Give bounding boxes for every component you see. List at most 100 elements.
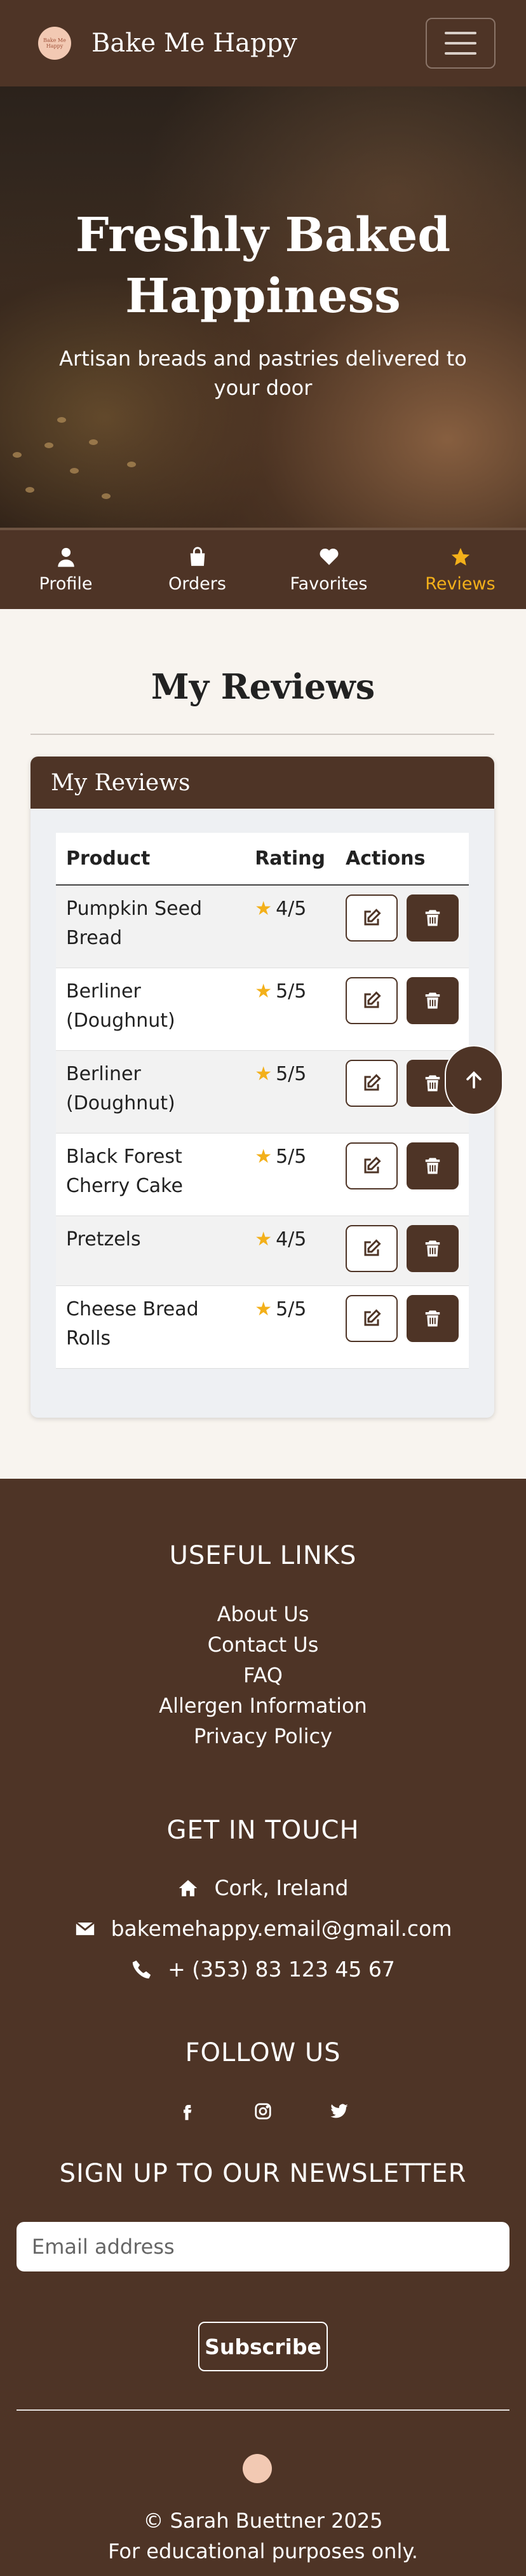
- delete-review-button[interactable]: [407, 1224, 459, 1272]
- tab-label: Profile: [39, 573, 93, 594]
- rating: ★ 5/5: [245, 1050, 335, 1134]
- product-name: Cheese Bread Rolls: [56, 1285, 245, 1369]
- edit-icon: [364, 990, 381, 1008]
- useful-links-heading: USEFUL LINKS: [169, 1541, 357, 1570]
- rating: ★ 4/5: [245, 1216, 335, 1286]
- edit-icon: [364, 1073, 381, 1090]
- tab-label: Orders: [168, 573, 226, 594]
- card-header: My Reviews: [30, 757, 494, 809]
- link-about-us[interactable]: About Us: [0, 1602, 526, 1626]
- account-tabs: Profile Orders Favorites Reviews: [0, 528, 526, 609]
- star-icon: ★: [255, 1145, 273, 1168]
- page-title: My Reviews: [151, 666, 375, 707]
- contact-location: Cork, Ireland: [0, 1875, 526, 1900]
- tab-orders[interactable]: Orders: [132, 530, 263, 609]
- divider: [30, 734, 494, 735]
- edit-icon: [364, 1238, 381, 1256]
- rating-value: 4/5: [276, 898, 307, 920]
- tab-label: Reviews: [425, 573, 496, 594]
- table-row: Berliner (Doughnut) ★ 5/5: [56, 1050, 469, 1134]
- edit-icon: [364, 1308, 381, 1326]
- star-icon: ★: [255, 1228, 273, 1250]
- table-row: Black Forest Cherry Cake ★ 5/5: [56, 1133, 469, 1216]
- email-text: bakemehappy.email@gmail.com: [111, 1916, 452, 1941]
- reviews-card: My Reviews Product Rating Actions Pumpki…: [30, 757, 494, 1418]
- hamburger-icon: [445, 32, 476, 34]
- disclaimer: For educational purposes only.: [108, 2539, 418, 2563]
- edit-review-button[interactable]: [346, 1294, 398, 1342]
- shopping-bag-icon: [190, 547, 205, 566]
- delete-review-button[interactable]: [407, 894, 459, 942]
- heart-icon: [320, 548, 338, 565]
- table-row: Pretzels ★ 4/5: [56, 1216, 469, 1286]
- product-name: Pretzels: [56, 1216, 245, 1286]
- footer-divider: [17, 2409, 509, 2411]
- star-icon: [451, 547, 469, 565]
- instagram-icon[interactable]: [253, 2102, 273, 2121]
- star-icon: ★: [255, 898, 273, 920]
- edit-review-button[interactable]: [346, 1142, 398, 1189]
- reviews-table: Product Rating Actions Pumpkin Seed Brea…: [56, 833, 469, 1369]
- arrow-up-icon: [466, 1071, 482, 1089]
- copyright: © Sarah Buettner 2025: [143, 2509, 383, 2533]
- column-header-actions: Actions: [335, 833, 469, 886]
- tab-reviews[interactable]: Reviews: [394, 530, 526, 609]
- product-name: Berliner (Doughnut): [56, 1050, 245, 1134]
- twitter-icon[interactable]: [330, 2102, 349, 2121]
- edit-review-button[interactable]: [346, 1224, 398, 1272]
- tab-label: Favorites: [290, 573, 368, 594]
- brand-logo[interactable]: Bake Me Happy: [38, 27, 71, 60]
- phone-text: + (353) 83 123 45 67: [168, 1957, 395, 1982]
- rating-value: 5/5: [276, 1145, 307, 1168]
- hero-banner: Freshly Baked Happiness Artisan breads a…: [0, 86, 526, 528]
- rating: ★ 5/5: [245, 1133, 335, 1216]
- edit-review-button[interactable]: [346, 894, 398, 942]
- rating: ★ 4/5: [245, 885, 335, 968]
- edit-review-button[interactable]: [346, 976, 398, 1024]
- user-icon: [57, 547, 74, 567]
- trash-icon: [425, 992, 440, 1008]
- trash-icon: [425, 1158, 440, 1174]
- trash-icon: [425, 1240, 440, 1256]
- link-faq[interactable]: FAQ: [0, 1663, 526, 1687]
- table-row: Berliner (Doughnut) ★ 5/5: [56, 968, 469, 1051]
- link-privacy-policy[interactable]: Privacy Policy: [0, 1724, 526, 1748]
- column-header-rating: Rating: [245, 833, 335, 886]
- contact-email[interactable]: bakemehappy.email@gmail.com: [0, 1916, 526, 1941]
- link-contact-us[interactable]: Contact Us: [0, 1633, 526, 1657]
- rating: ★ 5/5: [245, 968, 335, 1051]
- delete-review-button[interactable]: [407, 976, 459, 1024]
- home-icon: [179, 1879, 198, 1896]
- link-allergen-information[interactable]: Allergen Information: [0, 1694, 526, 1718]
- newsletter-heading: SIGN UP TO OUR NEWSLETTER: [59, 2159, 467, 2188]
- rating-value: 5/5: [276, 1062, 307, 1085]
- product-name: Pumpkin Seed Bread: [56, 885, 245, 968]
- newsletter-email-input[interactable]: [17, 2222, 509, 2271]
- trash-icon: [425, 1075, 440, 1091]
- trash-icon: [425, 1310, 440, 1326]
- subscribe-button[interactable]: Subscribe: [198, 2322, 328, 2371]
- footer: USEFUL LINKS About Us Contact Us FAQ All…: [0, 1479, 526, 2576]
- menu-toggle-button[interactable]: [426, 18, 496, 69]
- get-in-touch-heading: GET IN TOUCH: [166, 1816, 360, 1845]
- navbar: Bake Me Happy Bake Me Happy: [0, 0, 526, 86]
- brand-name[interactable]: Bake Me Happy: [91, 29, 297, 58]
- scroll-to-top-button[interactable]: [445, 1045, 503, 1115]
- product-name: Berliner (Doughnut): [56, 968, 245, 1051]
- delete-review-button[interactable]: [407, 1294, 459, 1342]
- edit-icon: [364, 908, 381, 926]
- facebook-icon[interactable]: [177, 2102, 196, 2121]
- tab-favorites[interactable]: Favorites: [263, 530, 394, 609]
- edit-review-button[interactable]: [346, 1059, 398, 1107]
- contact-phone[interactable]: + (353) 83 123 45 67: [0, 1957, 526, 1982]
- delete-review-button[interactable]: [407, 1142, 459, 1189]
- envelope-icon: [75, 1921, 95, 1935]
- tab-profile[interactable]: Profile: [0, 530, 132, 609]
- rating-value: 4/5: [276, 1228, 307, 1250]
- table-row: Cheese Bread Rolls ★ 5/5: [56, 1285, 469, 1369]
- star-icon: ★: [255, 1298, 273, 1320]
- trash-icon: [425, 910, 440, 926]
- star-icon: ★: [255, 1062, 273, 1085]
- rating: ★ 5/5: [245, 1285, 335, 1369]
- footer-logo: [243, 2454, 272, 2483]
